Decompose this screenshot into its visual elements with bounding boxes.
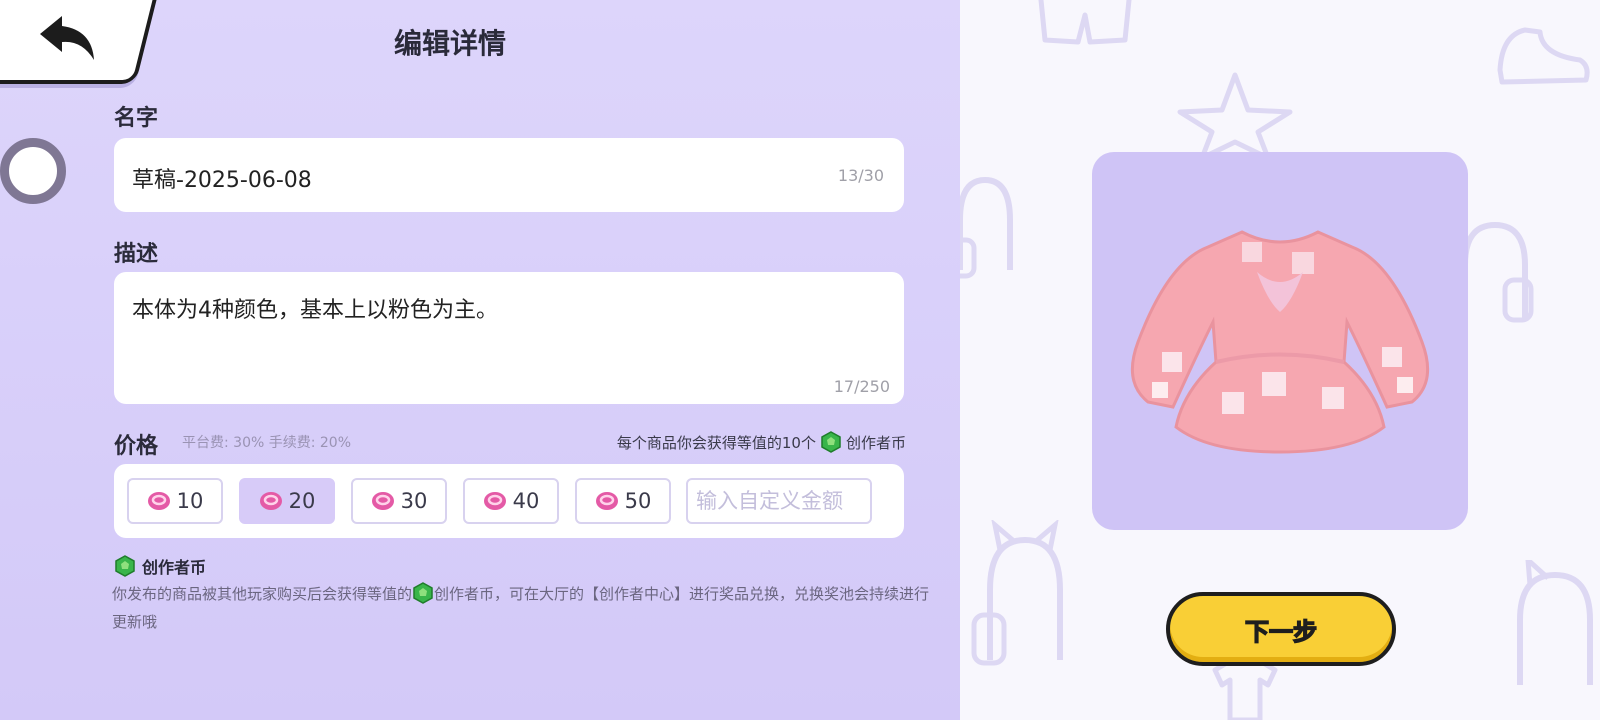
page-title: 编辑详情 — [393, 27, 506, 60]
price-value: 10 — [176, 489, 204, 513]
description-label: 描述 — [114, 242, 159, 267]
star-doodle-icon — [1177, 72, 1293, 160]
price-option-20[interactable]: 20 — [239, 478, 335, 524]
coin-icon — [371, 492, 394, 510]
name-value[interactable]: 草稿-2025-06-08 — [132, 162, 312, 194]
creator-coin-description: 你发布的商品被其他玩家购买后会获得等值的 创作者币，可在大厅的【创作者中心】进行奖… — [112, 580, 942, 636]
price-label: 价格 — [114, 434, 159, 459]
headphones-doodle-icon — [960, 176, 1013, 279]
fee-note: 平台费: 30% 手续费: 20% — [182, 435, 352, 451]
earn-note-prefix: 每个商品你会获得等值的10个 — [616, 433, 816, 452]
headphones-doodle-icon — [1517, 560, 1593, 685]
price-option-40[interactable]: 40 — [463, 478, 559, 524]
coin-icon — [259, 492, 282, 510]
price-option-50[interactable]: 50 — [575, 478, 671, 524]
name-label: 名字 — [114, 106, 159, 131]
description-counter: 17/250 — [833, 377, 890, 396]
creator-coin-title-text: 创作者币 — [142, 558, 207, 577]
description-value[interactable]: 本体为4种颜色，基本上以粉色为主。 — [132, 292, 498, 324]
price-option-10[interactable]: 10 — [127, 478, 223, 524]
earn-note: 每个商品你会获得等值的10个 创作者币 — [617, 431, 906, 453]
coin-icon — [147, 492, 170, 510]
name-counter: 13/30 — [837, 166, 884, 185]
side-handle[interactable] — [0, 138, 66, 204]
back-arrow-icon[interactable] — [38, 14, 100, 62]
price-value: 30 — [400, 489, 428, 513]
name-field[interactable]: 草稿-2025-06-08 13/30 — [114, 138, 904, 212]
creator-gem-icon — [413, 582, 433, 604]
custom-price-input[interactable] — [686, 478, 872, 524]
shoes-doodle-icon — [1497, 27, 1590, 85]
creator-coin-body-prefix: 你发布的商品被其他玩家购买后会获得等值的 — [112, 585, 413, 603]
shorts-doodle-icon — [1038, 0, 1132, 45]
creator-coin-title: 创作者币 — [114, 554, 206, 578]
price-value: 50 — [624, 489, 652, 513]
headphones-doodle-icon — [971, 520, 1063, 666]
dress-preview — [1130, 230, 1430, 454]
next-step-button[interactable]: 下一步 — [1166, 592, 1396, 666]
creator-gem-icon — [115, 555, 135, 577]
item-preview — [1092, 152, 1468, 530]
price-value: 20 — [288, 489, 316, 513]
price-option-30[interactable]: 30 — [351, 478, 447, 524]
coin-icon — [483, 492, 506, 510]
price-value: 40 — [512, 489, 540, 513]
earn-note-suffix: 创作者币 — [845, 433, 906, 452]
creator-gem-icon — [821, 431, 841, 453]
description-field[interactable]: 本体为4种颜色，基本上以粉色为主。 17/250 — [114, 272, 904, 404]
coin-icon — [595, 492, 618, 510]
